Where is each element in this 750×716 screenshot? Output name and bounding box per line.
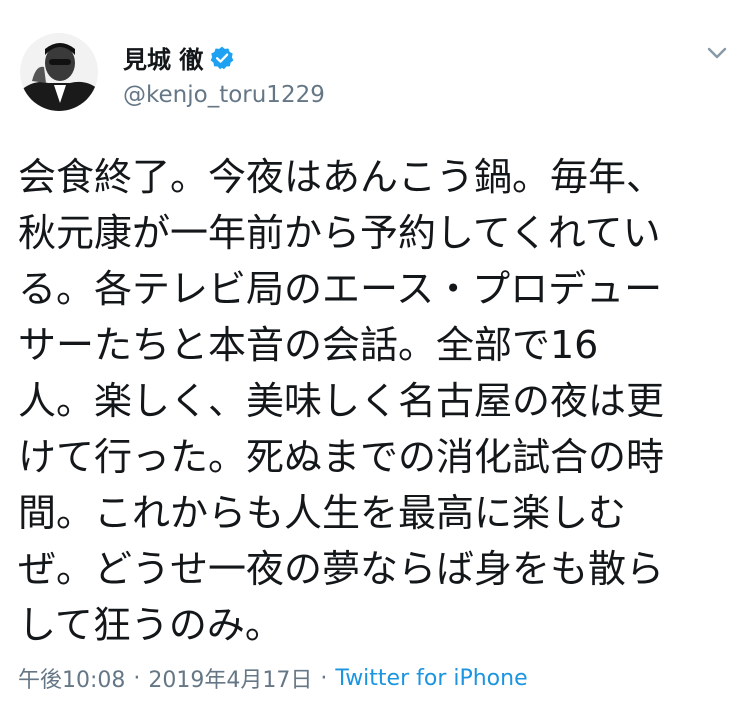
tweet-date[interactable]: 2019年4月17日: [148, 662, 312, 694]
tweet-line: 間。これからも人生を最高に楽しむ: [18, 491, 627, 535]
chevron-down-icon[interactable]: [704, 42, 730, 64]
tweet-line: ぜ。どうせ一夜の夢ならば身をも散ら: [18, 547, 665, 591]
verified-badge-icon: [209, 45, 235, 71]
tweet-time[interactable]: 午後10:08: [18, 662, 125, 694]
display-name-text: 見城 徹: [123, 46, 204, 74]
avatar-photo: [20, 33, 98, 111]
display-name[interactable]: 見城 徹: [123, 40, 235, 75]
tweet-line: 会食終了。今夜はあんこう鍋。毎年、: [18, 155, 665, 199]
tweet-line: けて行った。死ぬまでの消化試合の時: [18, 435, 665, 479]
tweet-meta: 午後10:08 · 2019年4月17日 · Twitter for iPhon…: [18, 662, 528, 694]
user-handle[interactable]: @kenjo_toru1229: [123, 82, 325, 108]
tweet-source-link[interactable]: Twitter for iPhone: [335, 666, 527, 691]
avatar[interactable]: [20, 33, 98, 111]
meta-separator: ·: [320, 665, 328, 691]
tweet-line: 人。楽しく、美味しく名古屋の夜は更: [18, 379, 665, 423]
tweet-line: る。各テレビ局のエース・プロデュー: [18, 267, 663, 311]
tweet-line: して狂うのみ。: [18, 603, 283, 647]
tweet-line: 秋元康が一年前から予約してくれてい: [18, 211, 661, 255]
meta-separator: ·: [133, 665, 141, 691]
tweet-line: サーたちと本音の会話。全部で16: [18, 323, 599, 367]
